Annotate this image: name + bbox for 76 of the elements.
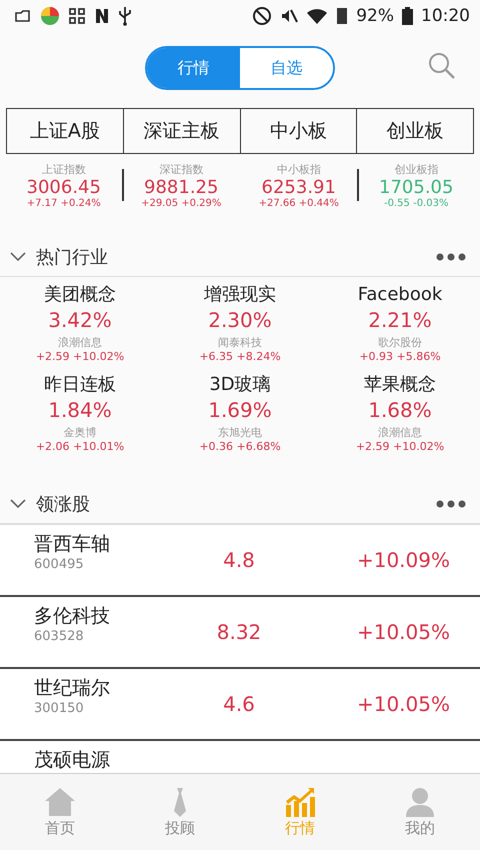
sector-name[interactable]: 美团概念 [44, 283, 116, 307]
leading-stock-change: +0.93 +5.86% [359, 350, 441, 363]
stock-change: +10.05% [356, 620, 450, 644]
wifi-icon [306, 7, 328, 25]
index-value: 6253.91 [262, 176, 336, 198]
sector-name[interactable]: Facebook [358, 283, 442, 307]
person-icon [404, 786, 436, 816]
market-tab[interactable]: 上证A股 [7, 109, 123, 153]
sector-name[interactable]: 增强现实 [204, 283, 276, 307]
battery-percent: 92% [356, 6, 394, 26]
view-tab[interactable]: 行情 [147, 48, 240, 88]
sector-change: 2.30% [208, 307, 272, 333]
sector-change: 1.68% [368, 397, 432, 423]
stock-name[interactable]: 世纪瑞尔 [34, 675, 184, 701]
grid-icon [68, 7, 86, 25]
blocked-icon [252, 6, 272, 26]
sector-change: 1.84% [48, 397, 112, 423]
stock-code: 603528 [34, 629, 85, 644]
index-change: +7.17 +0.24% [26, 198, 101, 208]
index-value: 1705.05 [379, 176, 454, 198]
battery-icon [402, 7, 413, 25]
sector-change: 2.21% [368, 307, 432, 333]
section-title: 领涨股 [36, 493, 90, 516]
house-icon [44, 786, 76, 816]
leading-stock: 闻泰科技 [218, 335, 262, 350]
app-icon [40, 6, 60, 26]
index-change: -0.55 -0.03% [384, 198, 448, 208]
mute-icon [280, 7, 298, 25]
clock: 10:20 [421, 6, 470, 26]
market-tab[interactable]: 中小板 [240, 109, 356, 153]
chart-icon [284, 786, 316, 816]
leading-stock: 歌尔股份 [378, 335, 422, 350]
leading-stock: 浪潮信息 [378, 425, 422, 440]
chevron-down-icon[interactable] [10, 252, 26, 262]
index-name: 创业板指 [394, 162, 438, 176]
leading-stock-change: +2.59 +10.02% [356, 440, 444, 453]
more-icon[interactable] [436, 500, 466, 508]
sim-icon [336, 7, 348, 25]
leading-stock: 金奥博 [64, 425, 96, 440]
stock-price: 4.6 [222, 692, 256, 716]
index-name: 上证指数 [42, 162, 86, 176]
more-icon[interactable] [436, 253, 466, 261]
sector-name[interactable]: 3D玻璃 [209, 373, 271, 397]
sector-change: 1.69% [208, 397, 272, 423]
stock-code: 300150 [34, 701, 85, 716]
market-tab[interactable]: 深证主板 [122, 109, 240, 153]
folder-icon [14, 8, 32, 24]
section-title: 热门行业 [36, 246, 108, 269]
leading-stock: 东旭光电 [218, 425, 262, 440]
stock-change: +10.05% [356, 692, 450, 716]
leading-stock-change: +6.35 +8.24% [199, 350, 281, 363]
index-name: 中小板指 [276, 162, 321, 176]
view-tab[interactable]: 自选 [240, 48, 333, 88]
stock-name[interactable]: 晋西车轴 [34, 531, 184, 557]
leading-stock: 浪潮信息 [58, 335, 102, 350]
stock-name[interactable]: 多伦科技 [34, 603, 184, 629]
leading-stock-change: +2.59 +10.02% [36, 350, 124, 363]
sector-change: 3.42% [48, 307, 112, 333]
stock-price: 8.32 [216, 620, 262, 644]
n-logo-icon [94, 8, 110, 24]
stock-change: +10.09% [356, 548, 450, 572]
index-change: +29.05 +0.29% [141, 198, 222, 208]
market-tab[interactable]: 创业板 [356, 109, 473, 153]
leading-stock-change: +0.36 +6.68% [199, 440, 281, 453]
index-value: 9881.25 [144, 176, 218, 198]
sector-name[interactable]: 昨日连板 [44, 373, 116, 397]
index-value: 3006.45 [26, 176, 101, 198]
stock-code: 600495 [34, 557, 85, 572]
stock-price: 4.8 [222, 548, 256, 572]
chevron-down-icon[interactable] [10, 499, 26, 509]
usb-icon [118, 6, 132, 26]
index-name: 深证指数 [159, 162, 204, 176]
sector-name[interactable]: 苹果概念 [364, 373, 436, 397]
leading-stock-change: +2.06 +10.01% [36, 440, 124, 453]
index-change: +27.66 +0.44% [258, 198, 339, 208]
search-icon[interactable] [428, 52, 456, 80]
